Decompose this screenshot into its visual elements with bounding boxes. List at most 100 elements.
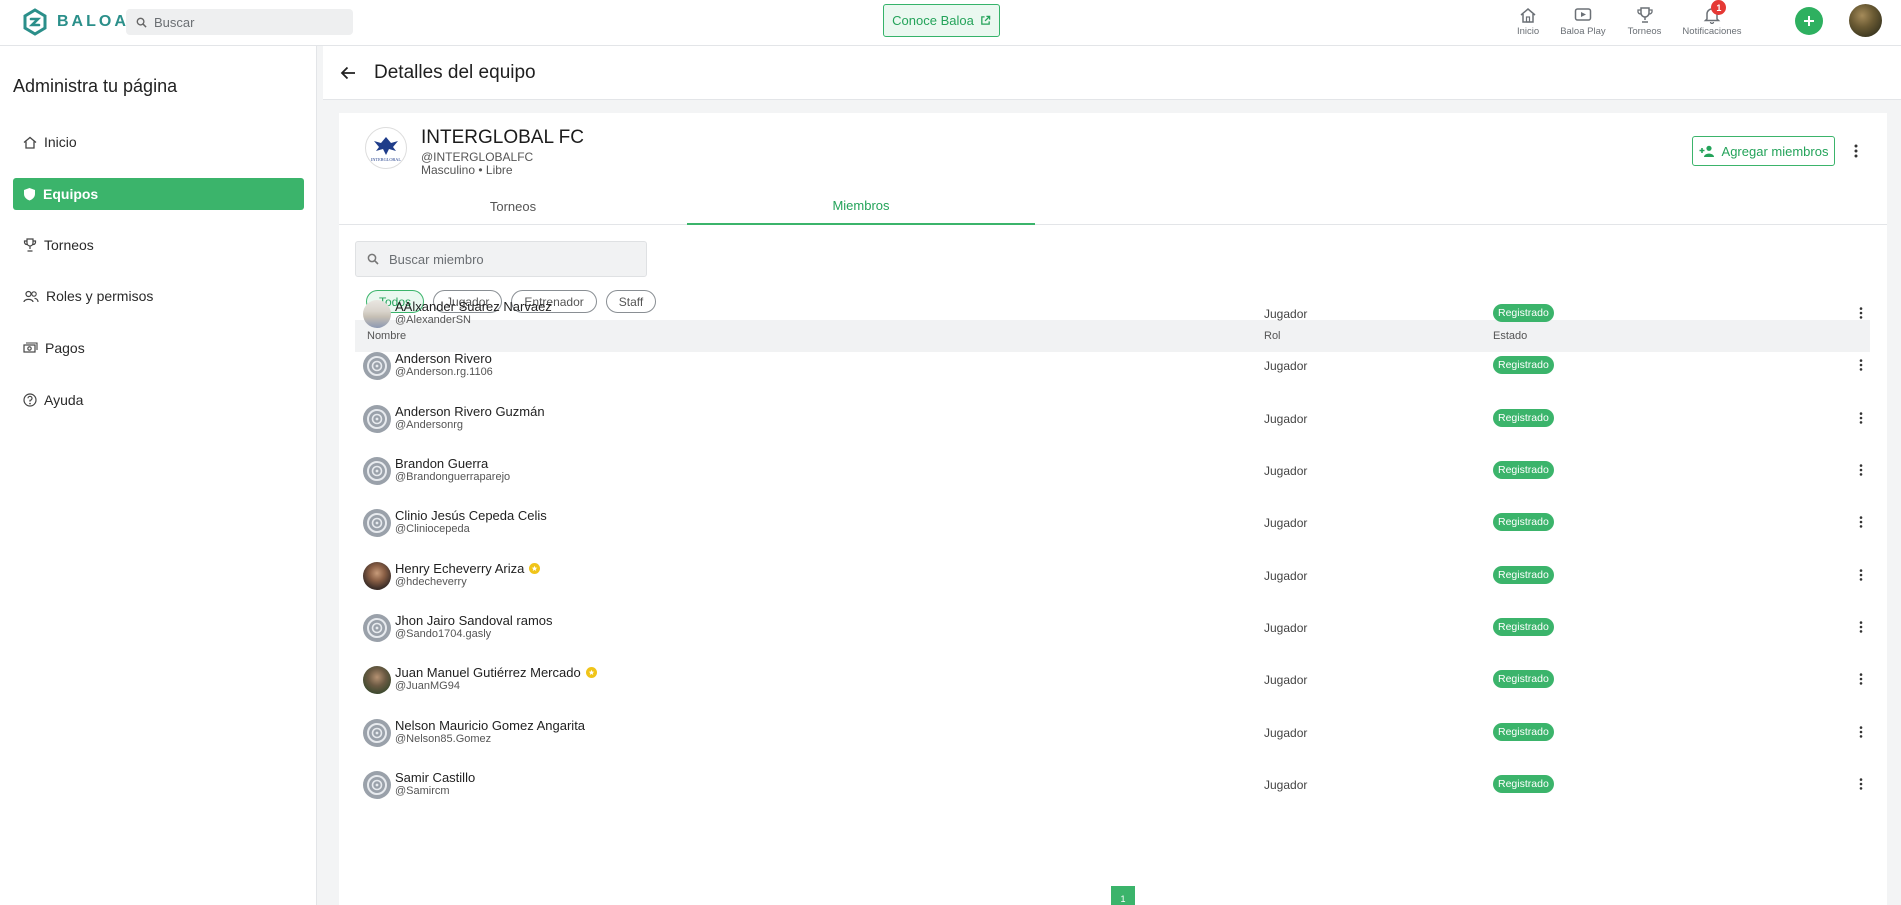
team-logo: INTERGLOBAL	[365, 127, 407, 169]
user-avatar[interactable]	[1849, 4, 1882, 37]
row-more-button[interactable]	[1856, 355, 1866, 375]
row-more-button[interactable]	[1856, 669, 1866, 689]
row-more-button[interactable]	[1856, 565, 1866, 585]
baloa-logo[interactable]: BALOA	[21, 7, 129, 37]
member-search-input[interactable]	[389, 251, 629, 267]
member-role: Jugador	[1264, 359, 1308, 374]
status-badge: Registrado	[1493, 356, 1554, 375]
sidebar-item-label: Torneos	[44, 237, 94, 253]
sidebar-title: Administra tu página	[13, 76, 178, 96]
avatar	[363, 561, 391, 590]
back-button[interactable]	[337, 62, 359, 84]
table-row[interactable]: Anderson Rivero Guzmán @Andersonrg Jugador…	[355, 392, 1870, 444]
member-name[interactable]: AAlxander Suarez Narvaez	[395, 299, 552, 314]
verified-icon	[585, 667, 597, 679]
member-name[interactable]: Brandon Guerra	[395, 456, 488, 471]
row-more-button[interactable]	[1856, 774, 1866, 794]
home-icon	[1519, 4, 1537, 26]
member-name-text: Juan Manuel Gutiérrez Mercado	[395, 665, 581, 681]
global-search-input[interactable]	[154, 14, 334, 30]
table-row[interactable]: Clinio Jesús Cepeda Celis @Cliniocepeda Ju…	[355, 496, 1870, 548]
tab-miembros[interactable]: Miembros	[687, 187, 1035, 225]
avatar	[363, 666, 391, 695]
member-handle: @JuanMG94	[395, 680, 460, 693]
member-role: Jugador	[1264, 778, 1308, 793]
add-person-icon	[1699, 145, 1714, 157]
status-badge: Registrado	[1493, 304, 1554, 322]
table-row[interactable]: Anderson Rivero @Anderson.rg.1106 Jugador R…	[355, 339, 1870, 391]
member-name-text: Nelson Mauricio Gomez Angarita	[395, 717, 586, 733]
more-vertical-icon	[1859, 778, 1863, 790]
member-name[interactable]: Juan Manuel Gutiérrez Mercado	[395, 665, 597, 680]
tab-torneos[interactable]: Torneos	[339, 187, 687, 225]
search-icon	[367, 253, 379, 265]
status-badge: Registrado	[1493, 513, 1554, 532]
plus-icon	[1804, 16, 1814, 26]
add-members-button[interactable]: Agregar miembros	[1692, 136, 1835, 166]
more-vertical-icon	[1859, 726, 1863, 738]
member-name[interactable]: Henry Echeverry Ariza	[395, 561, 541, 576]
status-badge: Registrado	[1493, 408, 1554, 427]
play-icon	[1574, 4, 1592, 26]
member-role: Jugador	[1264, 621, 1308, 636]
member-handle: @Sando1704.gasly	[395, 628, 492, 641]
sidebar-item-torneos[interactable]: Torneos	[13, 229, 304, 261]
nav-baloa-play[interactable]: Baloa Play	[1560, 4, 1606, 37]
member-name-text: Samir Castillo	[395, 770, 476, 786]
top-bar: BALOA Conoce Baloa Inicio Baloa Play Tor…	[0, 0, 1901, 46]
team-handle: @INTERGLOBALFC	[421, 150, 534, 164]
member-name[interactable]: Anderson Rivero Guzmán	[395, 404, 545, 419]
member-name-text: Jhon Jairo Sandoval ramos	[395, 613, 553, 629]
row-more-button[interactable]	[1856, 303, 1866, 323]
sidebar: Administra tu página Inicio Equipos Torn…	[0, 46, 317, 905]
sidebar-item-pagos[interactable]: Pagos	[13, 332, 304, 364]
avatar	[363, 404, 391, 433]
member-name-text: Brandon Guerra	[395, 456, 489, 472]
nav-notificaciones[interactable]: 1 Notificaciones	[1682, 0, 1742, 37]
sidebar-item-ayuda[interactable]: Ayuda	[13, 384, 304, 416]
add-members-label: Agregar miembros	[1721, 143, 1829, 159]
member-name[interactable]: Samir Castillo	[395, 770, 475, 785]
status-badge: Registrado	[1493, 461, 1554, 480]
conoce-baloa-button[interactable]: Conoce Baloa	[883, 4, 1000, 37]
sidebar-item-roles[interactable]: Roles y permisos	[13, 280, 304, 312]
member-handle: @Brandonguerraparejo	[395, 471, 511, 484]
table-row[interactable]: Juan Manuel Gutiérrez Mercado @JuanMG94 Ju…	[355, 653, 1870, 705]
table-row[interactable]: Henry Echeverry Ariza @hdecheverry Jugador…	[355, 549, 1870, 601]
row-more-button[interactable]	[1856, 408, 1866, 428]
team-more-button[interactable]	[1846, 139, 1866, 163]
status-badge: Registrado	[1493, 722, 1554, 741]
sidebar-item-inicio[interactable]: Inicio	[13, 126, 304, 158]
nav-torneos-label: Torneos	[1627, 26, 1662, 37]
table-row[interactable]: Jhon Jairo Sandoval ramos @Sando1704.gasl…	[355, 601, 1870, 653]
row-more-button[interactable]	[1856, 617, 1866, 637]
more-vertical-icon	[1854, 144, 1858, 158]
row-more-button[interactable]	[1856, 460, 1866, 480]
member-name-text: Anderson Rivero Guzmán	[395, 403, 545, 419]
nav-baloa-play-label: Baloa Play	[1560, 26, 1606, 37]
avatar	[363, 352, 391, 381]
member-name[interactable]: Clinio Jesús Cepeda Celis	[395, 508, 547, 523]
avatar	[363, 300, 391, 328]
avatar	[363, 771, 391, 800]
pagination-page[interactable]: 1	[1111, 886, 1135, 905]
member-search[interactable]	[355, 241, 647, 277]
table-row[interactable]: Brandon Guerra @Brandonguerraparejo Jugado…	[355, 444, 1870, 496]
avatar	[363, 509, 391, 538]
brand-name: BALOA	[57, 13, 129, 30]
global-search[interactable]	[126, 9, 353, 35]
member-name[interactable]: Jhon Jairo Sandoval ramos	[395, 613, 553, 628]
avatar	[363, 614, 391, 643]
more-vertical-icon	[1859, 464, 1863, 476]
nav-torneos[interactable]: Torneos	[1627, 4, 1662, 37]
table-row[interactable]: Nelson Mauricio Gomez Angarita @Nelson85.…	[355, 706, 1870, 758]
create-button[interactable]	[1795, 7, 1823, 35]
table-row[interactable]: AAlxander Suarez Narvaez @AlexanderSN Juga…	[355, 287, 1870, 339]
row-more-button[interactable]	[1856, 512, 1866, 532]
member-name[interactable]: Nelson Mauricio Gomez Angarita	[395, 718, 585, 733]
row-more-button[interactable]	[1856, 722, 1866, 742]
member-name[interactable]: Anderson Rivero	[395, 351, 492, 366]
sidebar-item-equipos[interactable]: Equipos	[13, 178, 304, 210]
nav-inicio[interactable]: Inicio	[1517, 4, 1539, 37]
table-row[interactable]: Samir Castillo @Samircm Jugador Registrado	[355, 758, 1870, 810]
